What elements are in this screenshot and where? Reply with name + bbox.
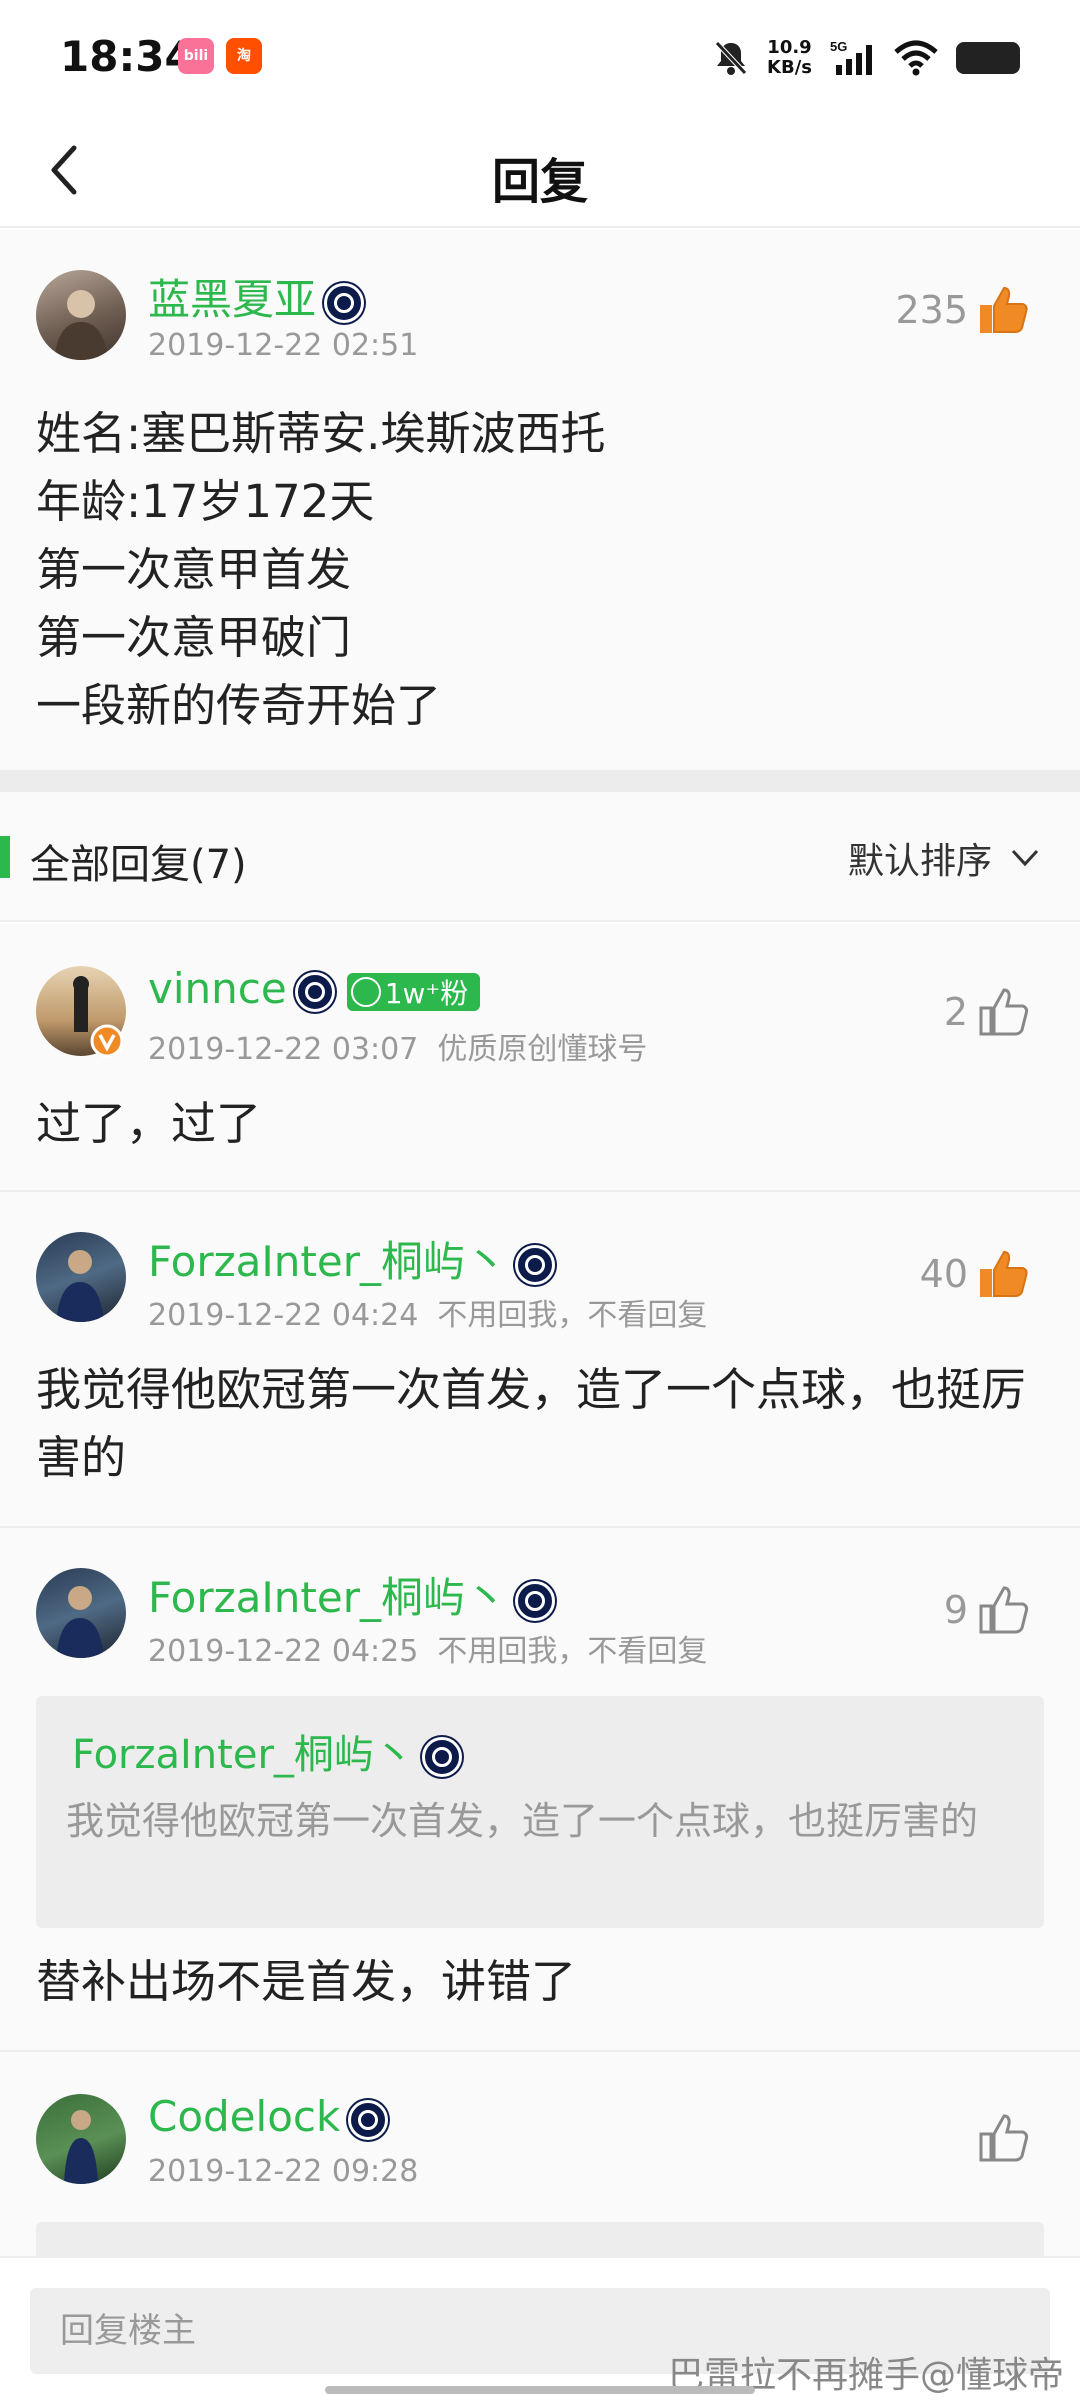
avatar[interactable]	[36, 270, 126, 360]
status-icons: 10.9 KB/s 5G	[713, 36, 1020, 80]
timestamp: 2019-12-22 04:24 不用回我，不看回复	[148, 1298, 708, 1333]
page-title: 回复	[491, 154, 588, 210]
reply-item: ForzaInter_桐屿丶 2019-12-22 04:25 不用回我，不看回…	[0, 1528, 1080, 2052]
like-button[interactable]: 235	[895, 284, 1030, 336]
user-tag: 不用回我，不看回复	[437, 1634, 708, 1669]
cellular-signal-icon: 5G	[830, 39, 872, 75]
quoted-username: ForzaInter_桐屿丶	[72, 1722, 462, 1780]
like-count: 2	[943, 990, 968, 1034]
replies-count-title: 全部回复(7)	[30, 842, 247, 888]
net-speed: 10.9 KB/s	[767, 37, 812, 78]
status-time: 18:34	[60, 32, 194, 81]
sort-dropdown[interactable]: 默认排序	[848, 832, 1040, 884]
bilibili-app-icon: bili	[178, 38, 214, 74]
like-count: 40	[919, 1252, 968, 1296]
timestamp: 2019-12-22 09:28	[148, 2154, 419, 2189]
fans-badge: 1w⁺粉	[346, 972, 481, 1011]
avatar[interactable]	[36, 1568, 126, 1658]
thumbs-up-icon	[980, 286, 1028, 333]
like-button[interactable]	[968, 2112, 1030, 2164]
bottom-reply-bar: 回复楼主 巴雷拉不再摊手@懂球帝	[0, 2256, 1080, 2400]
thumbs-up-outline-icon	[979, 2114, 1029, 2162]
user-tag: 不用回我，不看回复	[437, 1298, 708, 1333]
like-button[interactable]: 40	[920, 1248, 1030, 1300]
inter-badge-icon	[348, 2099, 389, 2140]
like-button[interactable]: 9	[944, 1584, 1030, 1636]
reply-text: 过了，过了	[36, 1097, 262, 1150]
home-indicator[interactable]	[325, 2386, 755, 2394]
section-marker	[0, 836, 10, 878]
battery-icon	[956, 42, 1020, 74]
mute-bell-icon	[715, 41, 747, 75]
avatar[interactable]	[36, 1232, 126, 1322]
username[interactable]: ForzaInter_桐屿丶	[148, 1228, 555, 1289]
reply-item: Codelock 2019-12-22 09:28	[0, 2052, 1080, 2282]
username[interactable]: ForzaInter_桐屿丶	[148, 1564, 555, 1625]
thumbs-up-outline-icon	[979, 1586, 1029, 1634]
page-header: 回复	[0, 110, 1080, 228]
like-count: 9	[943, 1588, 968, 1632]
wifi-icon	[894, 40, 938, 76]
svg-text:5G: 5G	[830, 39, 847, 54]
main-comment: 蓝黑夏亚 2019-12-22 02:51 235 姓名:塞巴斯蒂安.埃斯波西托…	[0, 230, 1080, 770]
taobao-app-icon: 淘	[226, 38, 262, 74]
chevron-down-icon	[1011, 849, 1039, 867]
reply-item: ForzaInter_桐屿丶 2019-12-22 04:24 不用回我，不看回…	[0, 1192, 1080, 1528]
section-divider	[0, 770, 1080, 792]
inter-badge-icon	[294, 971, 335, 1012]
username[interactable]: Codelock	[148, 2092, 389, 2141]
inter-badge-icon	[515, 1244, 555, 1285]
reply-text: 替补出场不是首发，讲错了	[36, 1955, 577, 2008]
quoted-text: 我觉得他欧冠第一次首发，造了一个点球，也挺厉害的	[66, 1799, 979, 1843]
like-button[interactable]: 2	[944, 986, 1030, 1038]
reply-item: vinnce 1w⁺粉 2019-12-22 03:07 优质原创懂球号 2 过了…	[0, 924, 1080, 1192]
status-bar: 18:34 bili 淘 10.9 KB/s 5G	[0, 0, 1080, 110]
sort-label: 默认排序	[847, 841, 992, 882]
timestamp: 2019-12-22 03:07 优质原创懂球号	[148, 1032, 648, 1067]
inter-badge-icon	[515, 1580, 555, 1621]
replies-header: 全部回复(7) 默认排序	[0, 792, 1080, 922]
person-icon	[350, 976, 381, 1007]
comment-body: 姓名:塞巴斯蒂安.埃斯波西托 年龄:17岁172天 第一次意甲首发 第一次意甲破…	[36, 407, 606, 732]
inter-badge-icon	[324, 282, 365, 323]
like-count: 235	[895, 288, 968, 332]
username[interactable]: vinnce 1w⁺粉	[148, 964, 481, 1013]
timestamp: 2019-12-22 04:25 不用回我，不看回复	[148, 1634, 708, 1669]
reply-text: 我觉得他欧冠第一次首发，造了一个点球，也挺厉害的	[36, 1363, 1027, 1484]
user-tag: 优质原创懂球号	[437, 1032, 648, 1067]
inter-badge-icon	[421, 1737, 462, 1777]
quoted-reply[interactable]: ForzaInter_桐屿丶 我觉得他欧冠第一次首发，造了一个点球，也挺厉害的	[36, 1696, 1044, 1928]
avatar[interactable]	[36, 2094, 126, 2184]
username[interactable]: 蓝黑夏亚	[148, 266, 365, 327]
verified-v-icon	[90, 1024, 124, 1058]
thumbs-up-outline-icon	[979, 988, 1029, 1036]
timestamp: 2019-12-22 02:51	[148, 328, 419, 363]
thumbs-up-icon	[980, 1250, 1028, 1297]
